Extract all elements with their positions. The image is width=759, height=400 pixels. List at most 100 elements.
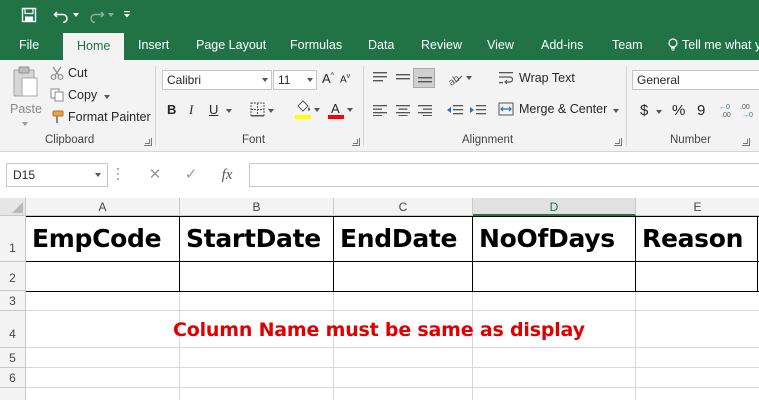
cancel-entry-button[interactable]: ✕ [144,164,166,186]
merge-center-button[interactable]: Merge & Center [498,100,622,120]
row-header-6[interactable]: 6 [0,368,26,388]
increase-indent-icon[interactable] [469,104,487,116]
undo-icon[interactable] [50,4,72,26]
font-name-value: Calibri [167,73,202,87]
currency-button[interactable]: $ [640,102,648,119]
font-color-swatch [328,115,344,119]
table-border [179,216,180,292]
enter-entry-button[interactable]: ✓ [180,164,202,186]
align-bottom-button[interactable] [413,68,435,88]
fill-color-button[interactable] [295,100,321,122]
tell-me-search[interactable]: Tell me what y [668,30,759,60]
insert-function-button[interactable]: fx [216,164,238,186]
cell-c1[interactable]: EndDate [340,224,458,253]
wrap-text-label: Wrap Text [519,71,575,85]
row-header-5[interactable]: 5 [0,348,26,368]
column-header-d[interactable]: D [473,198,636,216]
orientation-icon: ab [447,73,463,86]
font-dialog-launcher-icon[interactable] [352,138,360,146]
customize-qat-icon[interactable] [121,4,133,26]
percent-button[interactable]: % [672,102,685,119]
merged-note-cell[interactable]: Column Name must be same as display [173,319,585,341]
currency-dropdown-icon[interactable] [656,110,662,114]
column-header-a[interactable]: A [26,198,180,216]
cell-b1[interactable]: StartDate [186,224,321,253]
decrease-indent-icon[interactable] [446,104,464,116]
tab-view[interactable]: View [487,30,514,60]
undo-dropdown-icon[interactable] [72,4,80,26]
table-border [472,216,473,292]
tab-team[interactable]: Team [612,30,643,60]
svg-text:←0: ←0 [719,104,730,111]
copy-button[interactable]: Copy [48,86,110,106]
group-divider [363,66,364,146]
chevron-down-icon [347,108,353,112]
save-icon[interactable] [18,4,40,26]
tab-review[interactable]: Review [421,30,462,60]
bold-button[interactable]: B [167,102,176,117]
gridline [26,367,759,368]
row-header-2[interactable]: 2 [0,262,26,291]
table-border [26,261,759,262]
number-dialog-launcher-icon[interactable] [742,138,750,146]
gridline [26,347,759,348]
orientation-button[interactable]: ab [446,70,476,88]
align-top-icon[interactable] [372,71,388,83]
underline-button[interactable]: U [209,102,218,117]
svg-text:→0: →0 [742,112,753,118]
format-painter-icon [52,110,64,123]
cut-button[interactable]: Cut [48,64,108,84]
borders-button[interactable] [250,102,276,120]
wrap-text-icon [499,72,514,85]
clipboard-dialog-launcher-icon[interactable] [144,138,152,146]
name-box[interactable]: D15 [6,163,108,187]
tab-data[interactable]: Data [368,30,394,60]
italic-button[interactable]: I [189,102,193,118]
underline-dropdown-icon[interactable] [226,109,232,113]
ribbon-home: Paste Cut Copy Format Painter Clipboard … [0,60,759,152]
row-header-3[interactable]: 3 [0,291,26,311]
wrap-text-button[interactable]: Wrap Text [498,69,578,89]
formula-bar-splitter[interactable] [117,168,120,182]
decrease-font-size-button[interactable]: Av [340,73,350,85]
number-format-combo[interactable]: General [632,70,759,90]
row-header-4[interactable]: 4 [0,311,26,348]
column-header-e[interactable]: E [636,198,759,216]
tab-insert[interactable]: Insert [138,30,169,60]
chevron-down-icon [314,108,320,112]
cut-label: Cut [68,66,88,80]
row-header-1[interactable]: 1 [0,216,26,262]
decrease-decimal-icon[interactable]: .00→0 [740,102,759,118]
chevron-down-icon [95,173,101,177]
tab-formulas[interactable]: Formulas [290,30,342,60]
increase-decimal-icon[interactable]: ←0.00 [719,102,737,118]
tab-page-layout[interactable]: Page Layout [196,30,266,60]
tab-file[interactable]: File [19,30,39,60]
chevron-down-icon [268,109,274,113]
font-name-combo[interactable]: Calibri [162,70,272,90]
tell-me-label: Tell me what y [682,38,759,52]
increase-font-size-button[interactable]: A^ [322,71,334,86]
comma-style-button[interactable]: 9 [697,102,705,119]
row-header-7[interactable] [0,388,26,400]
font-size-combo[interactable]: 11 [273,70,317,90]
align-center-icon[interactable] [395,104,411,116]
align-left-icon[interactable] [372,104,388,116]
align-middle-icon[interactable] [395,71,411,83]
cell-a1[interactable]: EmpCode [32,224,162,253]
cell-e1[interactable]: Reason [642,224,743,253]
column-header-c[interactable]: C [334,198,473,216]
font-size-value: 11 [278,73,291,87]
number-group-label: Number [670,134,711,146]
format-painter-button[interactable]: Format Painter [48,108,152,128]
tab-home[interactable]: Home [63,33,125,60]
paste-button[interactable]: Paste [6,64,46,130]
tab-add-ins[interactable]: Add-ins [541,30,583,60]
column-header-b[interactable]: B [180,198,334,216]
select-all-button[interactable] [0,198,26,216]
font-color-button[interactable]: A [328,100,354,122]
align-right-icon[interactable] [417,104,433,116]
formula-input[interactable] [249,163,759,187]
alignment-dialog-launcher-icon[interactable] [614,138,622,146]
cell-d1[interactable]: NoOfDays [479,224,615,253]
